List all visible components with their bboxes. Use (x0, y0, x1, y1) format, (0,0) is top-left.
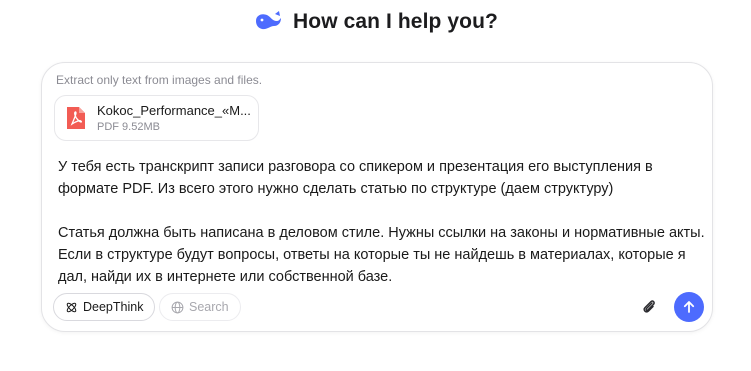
file-meta: Kokoc_Performance_«M... PDF 9.52MB (97, 103, 251, 133)
send-button[interactable] (674, 292, 704, 322)
search-label: Search (189, 300, 229, 314)
page-title: How can I help you? (293, 10, 498, 33)
chat-composer: Extract only text from images and files.… (41, 62, 713, 332)
whale-logo-icon (256, 11, 282, 30)
pdf-file-icon (67, 107, 85, 129)
arrow-up-icon (683, 301, 695, 313)
paperclip-icon[interactable] (639, 297, 659, 317)
file-attachment[interactable]: Kokoc_Performance_«M... PDF 9.52MB (54, 95, 259, 141)
message-input[interactable]: У тебя есть транскрипт записи разговора … (58, 156, 708, 288)
file-size: PDF 9.52MB (97, 121, 160, 133)
message-paragraph: У тебя есть транскрипт записи разговора … (58, 159, 653, 197)
globe-icon (171, 301, 184, 313)
deepthink-label: DeepThink (83, 300, 144, 314)
attachment-hint: Extract only text from images and files. (56, 73, 263, 87)
search-button[interactable]: Search (159, 293, 241, 321)
deepthink-button[interactable]: DeepThink (53, 293, 156, 321)
header: How can I help you? (0, 6, 751, 38)
message-paragraph: Статья должна быть написана в деловом ст… (58, 225, 705, 285)
file-name: Kokoc_Performance_«M... (97, 103, 251, 118)
atom-icon (66, 302, 77, 312)
